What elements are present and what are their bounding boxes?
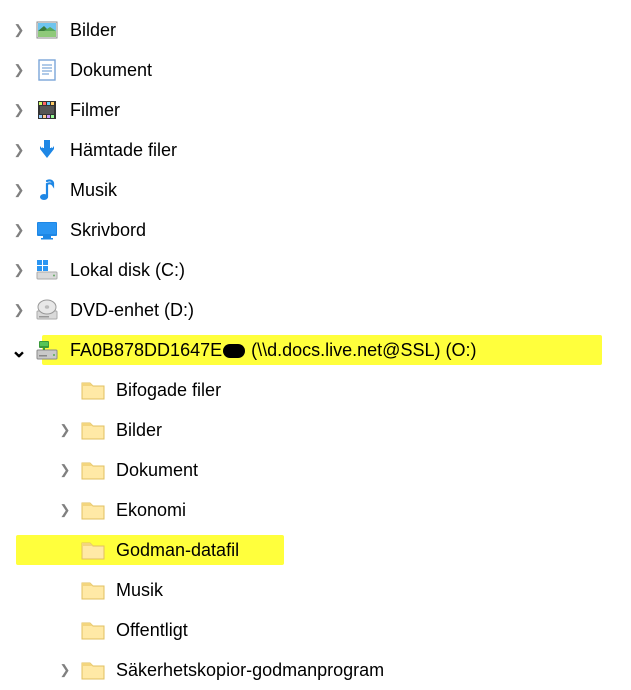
folder-tree: ❯Bilder❯Dokument❯Filmer❯Hämtade filer❯Mu… (10, 10, 621, 690)
tree-item-label: FA0B878DD1647E (\\d.docs.live.net@SSL) (… (70, 340, 476, 361)
tree-item[interactable]: ❯Godman-datafil (10, 530, 621, 570)
tree-item-label: Bilder (70, 20, 116, 41)
folder-icon (80, 377, 106, 403)
localdisk-icon (34, 257, 60, 283)
tree-item[interactable]: ❯ Skrivbord (10, 210, 621, 250)
tree-item[interactable]: ❯ Lokal disk (C:) (10, 250, 621, 290)
netdrive-icon (34, 337, 60, 363)
chevron-right-icon[interactable]: ❯ (56, 421, 74, 439)
tree-item[interactable]: ❯Bifogade filer (10, 370, 621, 410)
document-icon (34, 57, 60, 83)
tree-item-label: Lokal disk (C:) (70, 260, 185, 281)
tree-item[interactable]: ❯ Dokument (10, 50, 621, 90)
chevron-right-icon[interactable]: ❯ (56, 501, 74, 519)
tree-item-label: Säkerhetskopior-godmanprogram (116, 660, 384, 681)
chevron-right-icon[interactable]: ❯ (56, 461, 74, 479)
chevron-right-icon[interactable]: ❯ (10, 301, 28, 319)
tree-item[interactable]: ⌄ FA0B878DD1647E (\\d.docs.live.net@SSL) … (10, 330, 621, 370)
tree-item-label: Bifogade filer (116, 380, 221, 401)
tree-item[interactable]: ❯ Bilder (10, 410, 621, 450)
folder-icon (80, 617, 106, 643)
chevron-right-icon[interactable]: ❯ (10, 61, 28, 79)
desktop-icon (34, 217, 60, 243)
tree-item[interactable]: ❯ DVD-enhet (D:) (10, 290, 621, 330)
chevron-right-icon[interactable]: ❯ (10, 141, 28, 159)
chevron-right-icon[interactable]: ❯ (10, 221, 28, 239)
music-icon (34, 177, 60, 203)
tree-item[interactable]: ❯ Musik (10, 170, 621, 210)
tree-item[interactable]: ❯ Hämtade filer (10, 130, 621, 170)
chevron-right-icon[interactable]: ❯ (10, 181, 28, 199)
tree-item-label: Godman-datafil (116, 540, 239, 561)
chevron-right-icon[interactable]: ❯ (56, 661, 74, 679)
dvd-icon (34, 297, 60, 323)
chevron-right-icon[interactable]: ❯ (10, 261, 28, 279)
pictures-icon (34, 17, 60, 43)
tree-item-label-pre: FA0B878DD1647E (70, 340, 222, 360)
tree-item[interactable]: ❯ Ekonomi (10, 490, 621, 530)
film-icon (34, 97, 60, 123)
tree-item-label: Filmer (70, 100, 120, 121)
tree-item-label: Dokument (70, 60, 152, 81)
folder-icon (80, 537, 106, 563)
folder-icon (80, 497, 106, 523)
tree-item[interactable]: ❯ Dokument (10, 450, 621, 490)
tree-item-label: Dokument (116, 460, 198, 481)
chevron-down-icon[interactable]: ⌄ (10, 341, 28, 359)
folder-icon (80, 577, 106, 603)
chevron-right-icon[interactable]: ❯ (10, 101, 28, 119)
tree-item[interactable]: ❯ Filmer (10, 90, 621, 130)
tree-item[interactable]: ❯Offentligt (10, 610, 621, 650)
tree-item[interactable]: ❯Musik (10, 570, 621, 610)
tree-item-label: Bilder (116, 420, 162, 441)
download-icon (34, 137, 60, 163)
folder-icon (80, 457, 106, 483)
tree-item-label: DVD-enhet (D:) (70, 300, 194, 321)
tree-item-label: Offentligt (116, 620, 188, 641)
tree-item-label: Musik (116, 580, 163, 601)
tree-item-label: Ekonomi (116, 500, 186, 521)
tree-item-label-post: (\\d.docs.live.net@SSL) (O:) (246, 340, 476, 360)
tree-item[interactable]: ❯ Bilder (10, 10, 621, 50)
tree-item-label: Hämtade filer (70, 140, 177, 161)
tree-item[interactable]: ❯ Säkerhetskopior-godmanprogram (10, 650, 621, 690)
redaction-mark (223, 344, 245, 358)
folder-icon (80, 417, 106, 443)
tree-item-label: Skrivbord (70, 220, 146, 241)
chevron-right-icon[interactable]: ❯ (10, 21, 28, 39)
folder-icon (80, 657, 106, 683)
tree-item-label: Musik (70, 180, 117, 201)
